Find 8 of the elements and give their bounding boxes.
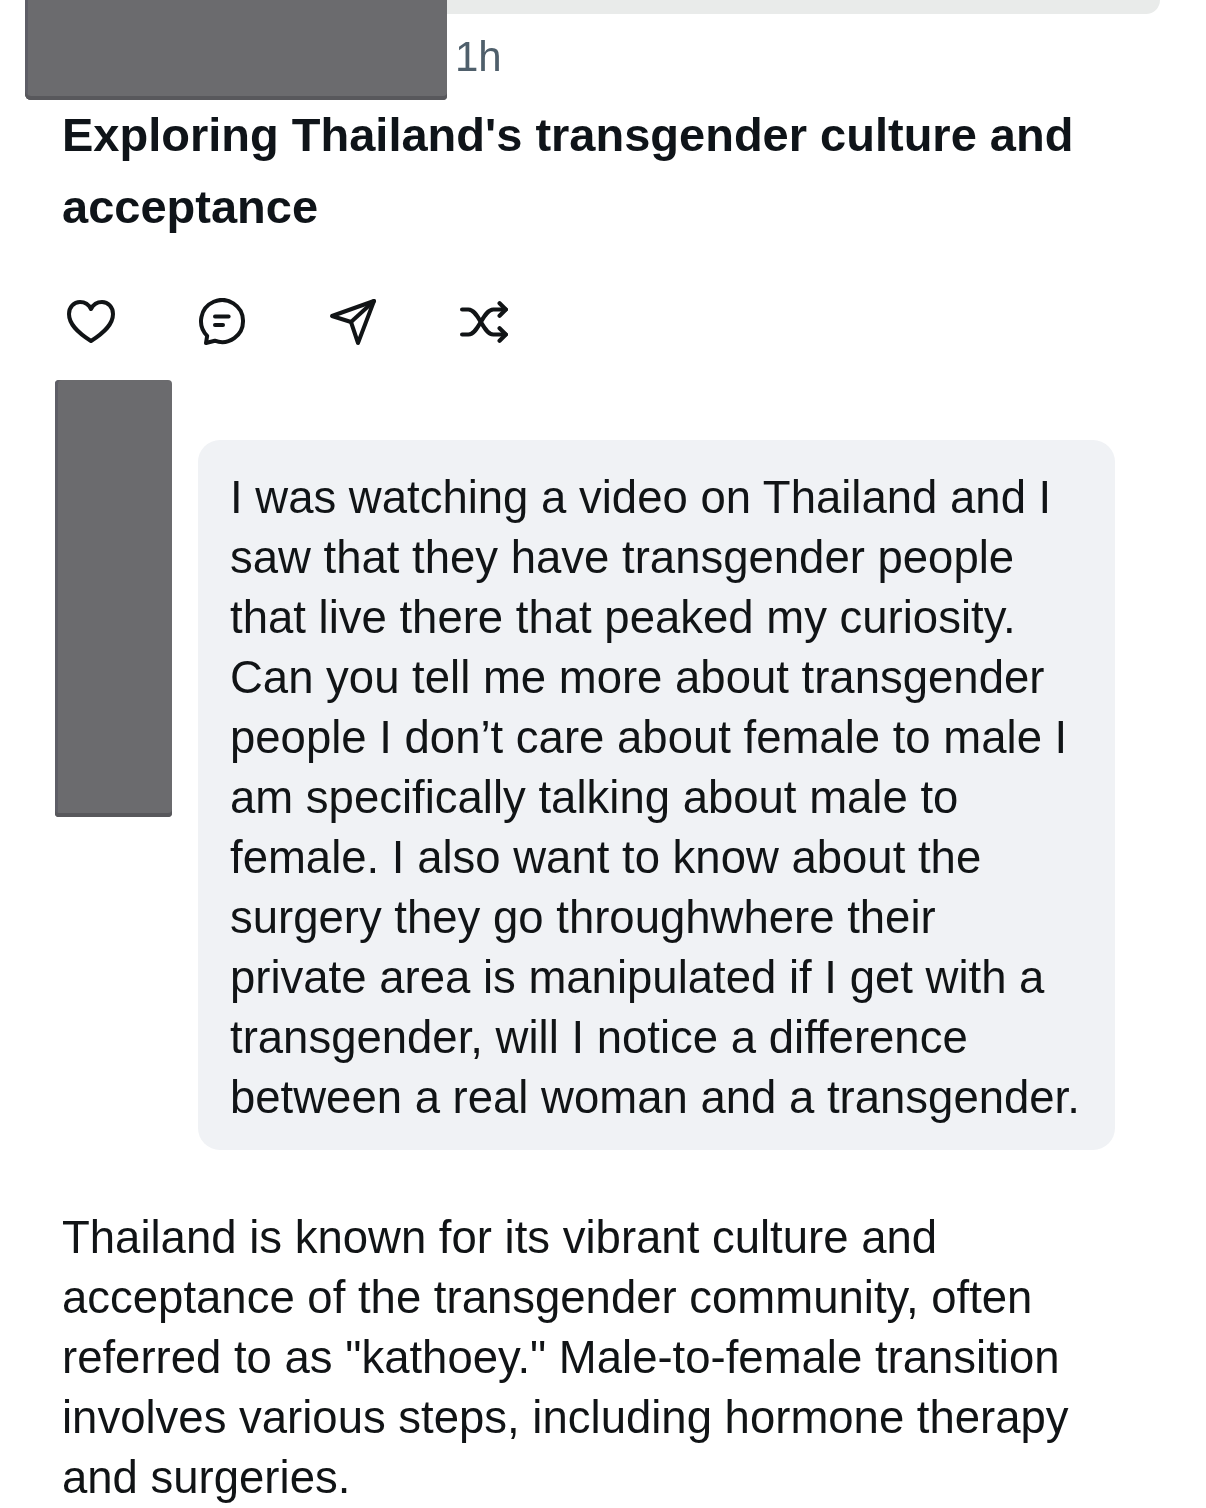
post-title: Exploring Thailand's transgender culture and acceptance bbox=[62, 107, 1075, 235]
heart-icon[interactable] bbox=[67, 300, 115, 344]
timestamp: 1h bbox=[455, 32, 503, 82]
shuffle-icon[interactable] bbox=[460, 301, 510, 343]
send-icon[interactable] bbox=[329, 298, 377, 346]
response-text: Thailand is known for its vibrant culture and acceptance of the transgender community, often referred to as "kathoey." Male-to-female transition involves various steps, including hormone therapy and surgeries. bbox=[62, 1211, 1070, 1505]
comment-icon[interactable] bbox=[198, 298, 246, 346]
user-message: I was watching a video on Thailand and I saw that they have transgender people that live there that peaked my curiosity. Can you tell me more about transgender people I don’t care about female to male I am specifically talking about male to female. I also want to know about the surgery they go throughwhere their private area is manipulated if I get with a transgender, will I notice a difference between a real woman and a transgender. bbox=[198, 440, 1115, 1150]
